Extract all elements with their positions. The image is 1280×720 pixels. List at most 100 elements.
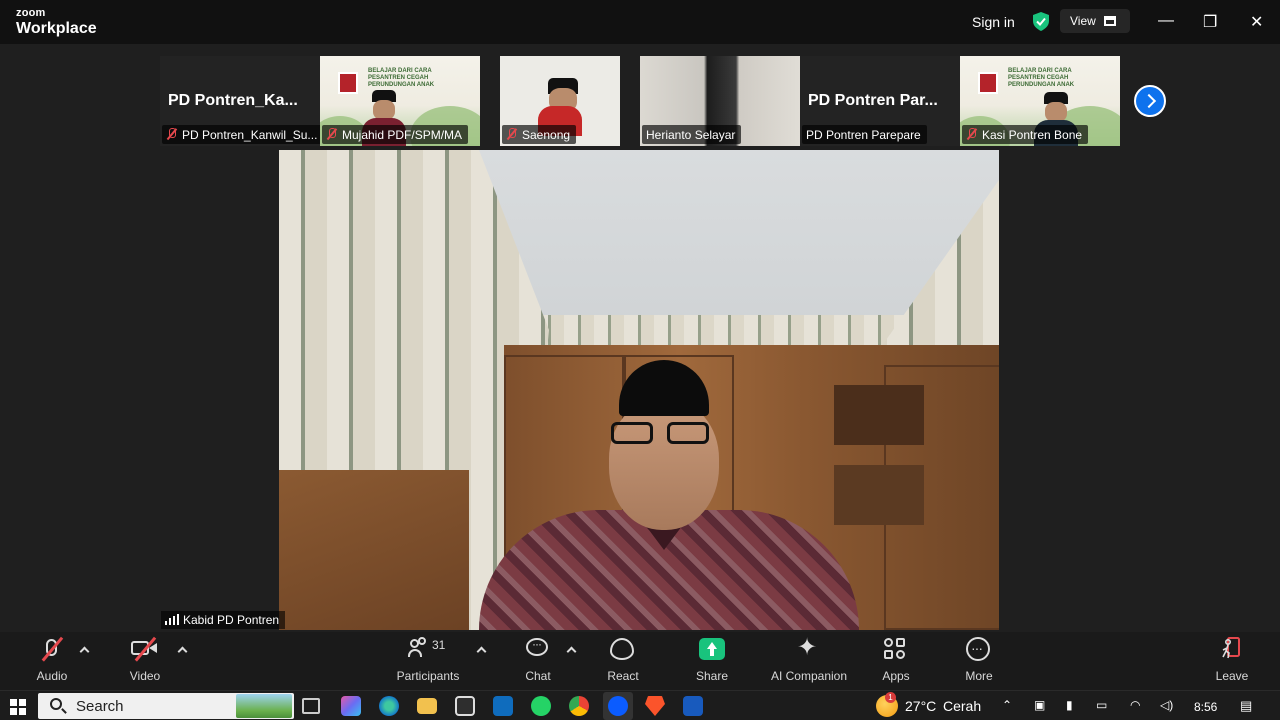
sparkle-icon: ✦ bbox=[797, 634, 818, 661]
participant-tile[interactable]: Saenong bbox=[500, 56, 620, 146]
edge-browser-icon[interactable] bbox=[379, 696, 399, 716]
participant-display-name: PD Pontren Par... bbox=[808, 92, 938, 109]
ai-companion-button[interactable]: ✦ AI Companion bbox=[766, 634, 852, 684]
tray-app-icon[interactable]: ▣ bbox=[1034, 698, 1045, 712]
brand-small: zoom bbox=[16, 7, 46, 19]
participant-name: Saenong bbox=[522, 128, 571, 142]
volume-icon[interactable]: ◁) bbox=[1160, 698, 1173, 712]
ai-companion-label: AI Companion bbox=[770, 669, 848, 683]
camera-off-icon bbox=[131, 636, 159, 666]
meeting-toolbar: Audio Video 31 Participants Chat React S… bbox=[0, 632, 1280, 690]
chat-label: Chat bbox=[525, 669, 551, 683]
outlook-icon[interactable] bbox=[493, 696, 513, 716]
apps-icon bbox=[884, 636, 908, 666]
participant-name: Kasi Pontren Bone bbox=[982, 128, 1083, 142]
sign-in-button[interactable]: Sign in bbox=[972, 14, 1015, 30]
restore-button[interactable]: ❐ bbox=[1203, 12, 1217, 32]
participant-caption: PD Pontren_Kanwil_Su... bbox=[162, 125, 320, 144]
participant-name: Mujahid PDF/SPM/MA bbox=[342, 128, 463, 142]
battery-icon[interactable]: ▭ bbox=[1096, 698, 1107, 712]
speaker-figure bbox=[459, 360, 859, 630]
audio-label: Audio bbox=[36, 669, 68, 683]
chat-bubble-icon bbox=[526, 636, 550, 666]
participant-name: PD Pontren_Kanwil_Su... bbox=[182, 128, 318, 142]
chrome-icon[interactable] bbox=[569, 696, 589, 716]
view-button[interactable]: View bbox=[1060, 9, 1130, 33]
notifications-icon[interactable]: ▤ bbox=[1240, 698, 1252, 714]
react-button[interactable]: React bbox=[604, 636, 642, 683]
apps-button[interactable]: Apps bbox=[878, 636, 914, 683]
copilot-icon[interactable] bbox=[341, 696, 361, 716]
search-label: Search bbox=[76, 698, 124, 715]
audio-button[interactable]: Audio bbox=[34, 636, 70, 683]
share-label: Share bbox=[695, 669, 729, 683]
search-icon bbox=[50, 698, 62, 710]
next-page-chevron-icon[interactable] bbox=[1134, 85, 1166, 117]
heart-icon bbox=[610, 636, 636, 666]
tray-chevron-up-icon[interactable]: ⌃ bbox=[1002, 698, 1012, 712]
brand-big: Workplace bbox=[16, 20, 97, 37]
chat-button[interactable]: Chat bbox=[522, 636, 554, 683]
title-bar: zoom Workplace Sign in View — ❐ ✕ bbox=[0, 0, 1280, 44]
zoom-app-icon[interactable] bbox=[608, 696, 628, 716]
weather-description[interactable]: Cerah bbox=[943, 698, 981, 714]
participant-caption: Kasi Pontren Bone bbox=[962, 125, 1089, 144]
weather-temperature[interactable]: 27°C bbox=[905, 698, 936, 714]
participant-caption: Herianto Selayar bbox=[642, 125, 742, 144]
share-screen-icon bbox=[699, 636, 725, 666]
more-button[interactable]: More bbox=[962, 636, 996, 683]
whatsapp-icon[interactable] bbox=[531, 696, 551, 716]
participants-count: 31 bbox=[432, 638, 446, 652]
more-label: More bbox=[965, 669, 993, 683]
task-view-icon[interactable] bbox=[302, 698, 320, 714]
signal-strength-icon bbox=[165, 614, 179, 625]
participants-button[interactable]: 31 Participants bbox=[394, 636, 462, 683]
speaker-name: Kabid PD Pontren bbox=[183, 613, 280, 627]
video-label: Video bbox=[129, 669, 161, 683]
banner-text: BELAJAR DARI CARA PESANTREN CEGAH PERUND… bbox=[1008, 68, 1075, 89]
participants-icon: 31 bbox=[408, 636, 448, 666]
close-button[interactable]: ✕ bbox=[1250, 12, 1263, 32]
participant-tile[interactable]: BELAJAR DARI CARA PESANTREN CEGAH PERUND… bbox=[320, 56, 480, 146]
grid-icon bbox=[1104, 16, 1116, 26]
mic-muted-icon bbox=[326, 128, 337, 140]
file-explorer-icon[interactable] bbox=[417, 698, 437, 714]
chat-options-caret-icon[interactable] bbox=[566, 646, 577, 657]
usb-drive-icon[interactable]: ▮ bbox=[1066, 698, 1073, 712]
minimize-button[interactable]: — bbox=[1158, 12, 1174, 30]
participants-options-caret-icon[interactable] bbox=[476, 646, 487, 657]
participant-tile[interactable]: PD Pontren_Ka... PD Pontren_Kanwil_Su... bbox=[160, 56, 320, 146]
speaker-name-caption: Kabid PD Pontren bbox=[161, 611, 286, 629]
taskbar-search-box[interactable]: Search bbox=[38, 693, 294, 719]
participant-caption: Mujahid PDF/SPM/MA bbox=[322, 125, 469, 144]
participant-caption: Saenong bbox=[502, 125, 577, 144]
participant-display-name: PD Pontren_Ka... bbox=[168, 92, 298, 109]
audio-options-caret-icon[interactable] bbox=[79, 646, 90, 657]
windows-start-icon[interactable] bbox=[10, 699, 26, 715]
poster-graphic bbox=[338, 72, 358, 94]
view-label: View bbox=[1070, 14, 1096, 28]
mic-muted-icon bbox=[966, 128, 977, 140]
video-options-caret-icon[interactable] bbox=[177, 646, 188, 657]
more-dots-icon bbox=[966, 636, 992, 666]
word-icon[interactable] bbox=[683, 696, 703, 716]
participant-name: Herianto Selayar bbox=[646, 128, 736, 142]
video-button[interactable]: Video bbox=[126, 636, 164, 683]
apps-label: Apps bbox=[882, 669, 910, 683]
leave-button[interactable]: Leave bbox=[1214, 636, 1250, 683]
wifi-icon[interactable]: ◠ bbox=[1130, 698, 1140, 712]
participant-thumbnail-strip: PD Pontren_Ka... PD Pontren_Kanwil_Su...… bbox=[160, 56, 1120, 146]
leave-door-icon bbox=[1219, 636, 1245, 666]
weather-badge: 1 bbox=[885, 692, 896, 703]
shield-check-icon[interactable] bbox=[1032, 12, 1050, 31]
participant-tile[interactable]: PD Pontren Par... PD Pontren Parepare bbox=[800, 56, 960, 146]
clock-time[interactable]: 8:56 bbox=[1194, 700, 1217, 714]
zoom-workplace-logo: zoom Workplace bbox=[16, 8, 97, 37]
participant-tile[interactable]: Herianto Selayar bbox=[640, 56, 800, 146]
windows-taskbar: Search 1 27°C Cerah ⌃ ▣ ▮ ▭ ◠ ◁) 8:56 ▤ bbox=[0, 690, 1280, 720]
microsoft-store-icon[interactable] bbox=[455, 696, 475, 716]
share-button[interactable]: Share bbox=[694, 636, 730, 683]
poster-graphic bbox=[978, 72, 998, 94]
participant-tile[interactable]: BELAJAR DARI CARA PESANTREN CEGAH PERUND… bbox=[960, 56, 1120, 146]
brave-browser-icon[interactable] bbox=[645, 696, 665, 716]
